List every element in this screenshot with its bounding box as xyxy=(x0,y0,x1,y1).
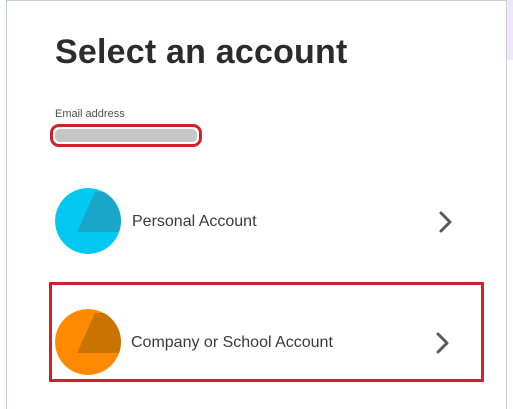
company-account-label: Company or School Account xyxy=(131,334,333,351)
email-label: Email address xyxy=(55,108,125,120)
chevron-right-icon xyxy=(438,210,454,234)
account-picker-card: Select an account Email address Personal… xyxy=(6,0,507,409)
email-field xyxy=(50,124,202,147)
email-value-redacted xyxy=(55,129,197,142)
chevron-right-icon xyxy=(435,331,451,355)
personal-account-option[interactable]: Personal Account xyxy=(49,171,484,271)
company-account-avatar xyxy=(55,309,121,375)
page-title: Select an account xyxy=(55,33,348,71)
company-or-school-account-option[interactable]: Company or School Account xyxy=(49,282,484,382)
personal-account-avatar xyxy=(55,188,121,254)
personal-account-label: Personal Account xyxy=(132,213,257,230)
